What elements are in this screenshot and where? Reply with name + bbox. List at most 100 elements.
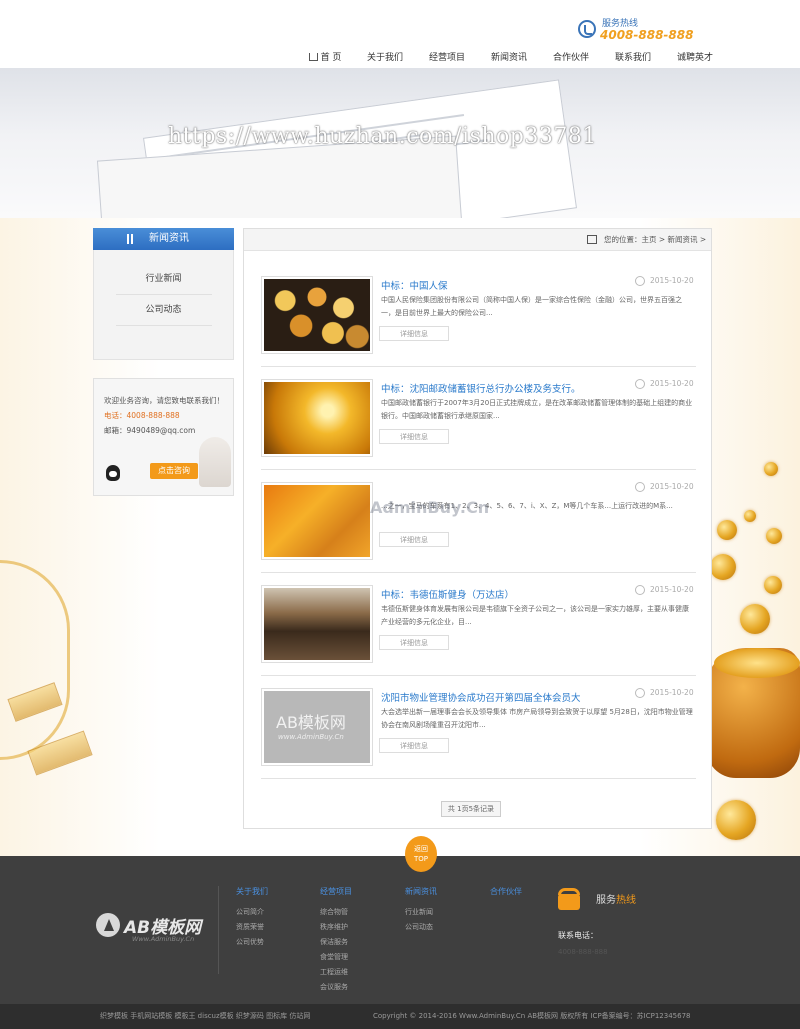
- contact-email: 邮箱：9490489@qq.com: [104, 426, 196, 435]
- nav-item-partners[interactable]: 合作伙伴: [540, 50, 602, 68]
- footer-link[interactable]: 工程运维: [320, 965, 352, 980]
- breadcrumb: 您的位置：主页 > 新闻资讯 >: [244, 229, 711, 251]
- news-date: 2015-10-20: [650, 688, 694, 697]
- home-icon: [308, 53, 318, 61]
- news-title[interactable]: 中标：韦德伍斯健身（万达店）: [381, 587, 514, 601]
- news-thumbnail[interactable]: [261, 379, 373, 457]
- footer-hotline-title: 服务热线: [596, 891, 636, 906]
- sidebar-item-company-news[interactable]: 公司动态: [115, 295, 212, 326]
- footer-column-partners: 合作伙伴: [490, 886, 522, 905]
- back-to-top-line1: 返回: [414, 845, 428, 853]
- footer-link[interactable]: 食堂管理: [320, 950, 352, 965]
- news-list-panel: 您的位置：主页 > 新闻资讯 > 中标：中国人保 2015-10-20 中国人民…: [243, 228, 712, 829]
- footer-link[interactable]: 公司动态: [405, 920, 437, 935]
- clock-icon: [635, 688, 645, 698]
- news-thumbnail[interactable]: [261, 585, 373, 663]
- contact-box: 欢迎业务咨询，请您致电联系我们！ 电话：4008-888-888 邮箱：9490…: [93, 378, 234, 496]
- hotline-prefix: 服务: [596, 895, 616, 906]
- clock-icon: [635, 276, 645, 286]
- footer-divider: [218, 886, 219, 974]
- consult-button[interactable]: 点击咨询: [150, 463, 198, 479]
- contact-tel: 电话：4008-888-888: [104, 411, 180, 420]
- footer-column-title[interactable]: 关于我们: [236, 886, 268, 897]
- hotline-number: 4008-888-888: [600, 28, 694, 42]
- main-nav: 首 页 关于我们 经营项目 新闻资讯 合作伙伴 联系我们 诚聘英才: [296, 50, 726, 68]
- service-agent-image: [199, 437, 231, 487]
- footer-column-title[interactable]: 新闻资讯: [405, 886, 437, 897]
- news-thumbnail[interactable]: [261, 276, 373, 354]
- site-footer: AB模板网 Www.AdminBuy.Cn 关于我们 公司简介 资质荣誉 公司优…: [0, 856, 800, 1004]
- footer-link[interactable]: 行业新闻: [405, 905, 437, 920]
- friend-links[interactable]: 织梦模板 手机网站模板 模板王 discuz模板 织梦源码 图标库 仿站网: [100, 1004, 310, 1029]
- back-to-top-button[interactable]: 返回 TOP: [405, 836, 437, 872]
- footer-logo[interactable]: AB模板网 Www.AdminBuy.Cn: [96, 911, 216, 955]
- category-list: 行业新闻 公司动态: [93, 250, 234, 360]
- footer-logo-sub: Www.AdminBuy.Cn: [132, 935, 195, 943]
- thumbnail-logo-text: AB模板网: [276, 713, 346, 732]
- breadcrumb-text: 您的位置：主页 > 新闻资讯 >: [604, 235, 707, 244]
- news-title[interactable]: 中标：沈阳邮政储蓄银行总行办公楼及务支行。: [381, 381, 581, 395]
- sidebar-title: 新闻资讯: [93, 228, 234, 250]
- sidebar: 新闻资讯 行业新闻 公司动态 欢迎业务咨询，请您致电联系我们！ 电话：4008-…: [93, 228, 234, 496]
- details-button[interactable]: 详细信息: [379, 429, 449, 444]
- news-date: 2015-10-20: [650, 585, 694, 594]
- qq-icon[interactable]: [106, 465, 120, 481]
- banner-watermark: https://www.huzhan.com/ishop33781: [168, 124, 597, 149]
- clock-icon: [635, 585, 645, 595]
- footer-link[interactable]: 资质荣誉: [236, 920, 268, 935]
- coin-decoration: [740, 604, 770, 634]
- news-date: 2015-10-20: [650, 482, 694, 491]
- footer-tel-number: 4008-888-888: [558, 948, 608, 956]
- sidebar-item-industry-news[interactable]: 行业新闻: [115, 264, 212, 295]
- nav-item-about[interactable]: 关于我们: [354, 50, 416, 68]
- news-date: 2015-10-20: [650, 379, 694, 388]
- news-summary: 大会选举出新一届理事会会长及领导集体 市房产局领导到会致贺于以厚望 5月28日，…: [381, 708, 693, 729]
- overlay-watermark: AdminBuy.Cn: [370, 498, 490, 517]
- news-title[interactable]: 中标：中国人保: [381, 278, 448, 292]
- globe-decoration: [0, 560, 70, 760]
- nav-item-projects[interactable]: 经营项目: [416, 50, 478, 68]
- footer-link[interactable]: 秩序维护: [320, 920, 352, 935]
- news-thumbnail[interactable]: [261, 482, 373, 560]
- details-button[interactable]: 详细信息: [379, 532, 449, 547]
- details-button[interactable]: 详细信息: [379, 326, 449, 341]
- copyright: Copyright © 2014-2016 Www.AdminBuy.Cn AB…: [373, 1012, 691, 1020]
- coin-decoration: [716, 800, 756, 840]
- news-thumbnail[interactable]: AB模板网 www.AdminBuy.Cn: [261, 688, 373, 766]
- phone-icon: [578, 20, 596, 38]
- hotline: 服务热线 4008-888-888: [578, 14, 698, 44]
- coin-decoration: [764, 576, 782, 594]
- footer-link[interactable]: 公司优势: [236, 935, 268, 950]
- back-to-top-line2: TOP: [413, 855, 428, 863]
- nav-item-news[interactable]: 新闻资讯: [478, 50, 540, 68]
- pagination[interactable]: 共 1页5条记录: [441, 801, 501, 817]
- nav-label: 首 页: [320, 53, 342, 63]
- news-title[interactable]: 沈阳市物业管理协会成功召开第四届全体会员大: [381, 690, 581, 704]
- home-icon: [587, 235, 597, 244]
- hotline-suffix: 热线: [616, 895, 636, 906]
- news-date: 2015-10-20: [650, 276, 694, 285]
- sidebar-title-text: 新闻资讯: [149, 233, 189, 244]
- footer-link[interactable]: 综合物管: [320, 905, 352, 920]
- footer-column-title[interactable]: 经营项目: [320, 886, 352, 897]
- gold-pot-coins-decoration: [714, 648, 800, 678]
- footer-link[interactable]: 公司简介: [236, 905, 268, 920]
- footer-column-title[interactable]: 合作伙伴: [490, 886, 522, 897]
- news-summary: 韦德伍斯健身体育发展有限公司是韦德旗下全资子公司之一，该公司是一家实力雄厚，主要…: [381, 605, 689, 626]
- footer-link[interactable]: 保洁服务: [320, 935, 352, 950]
- nav-item-contact[interactable]: 联系我们: [602, 50, 664, 68]
- coin-decoration: [744, 510, 756, 522]
- footer-column-news: 新闻资讯 行业新闻 公司动态: [405, 886, 437, 935]
- footer-link[interactable]: 会议服务: [320, 980, 352, 995]
- site-header: 服务热线 4008-888-888 首 页 关于我们 经营项目 新闻资讯 合作伙…: [0, 0, 800, 68]
- coin-decoration: [766, 528, 782, 544]
- nav-item-home[interactable]: 首 页: [296, 50, 354, 68]
- footer-tel-label: 联系电话：: [558, 931, 598, 940]
- logo-icon: [96, 913, 120, 937]
- details-button[interactable]: 详细信息: [379, 738, 449, 753]
- coin-decoration: [764, 462, 778, 476]
- nav-item-careers[interactable]: 诚聘英才: [664, 50, 726, 68]
- list-item: AB模板网 www.AdminBuy.Cn 沈阳市物业管理协会成功召开第四届全体…: [261, 676, 696, 779]
- details-button[interactable]: 详细信息: [379, 635, 449, 650]
- contact-intro: 欢迎业务咨询，请您致电联系我们！: [104, 396, 224, 405]
